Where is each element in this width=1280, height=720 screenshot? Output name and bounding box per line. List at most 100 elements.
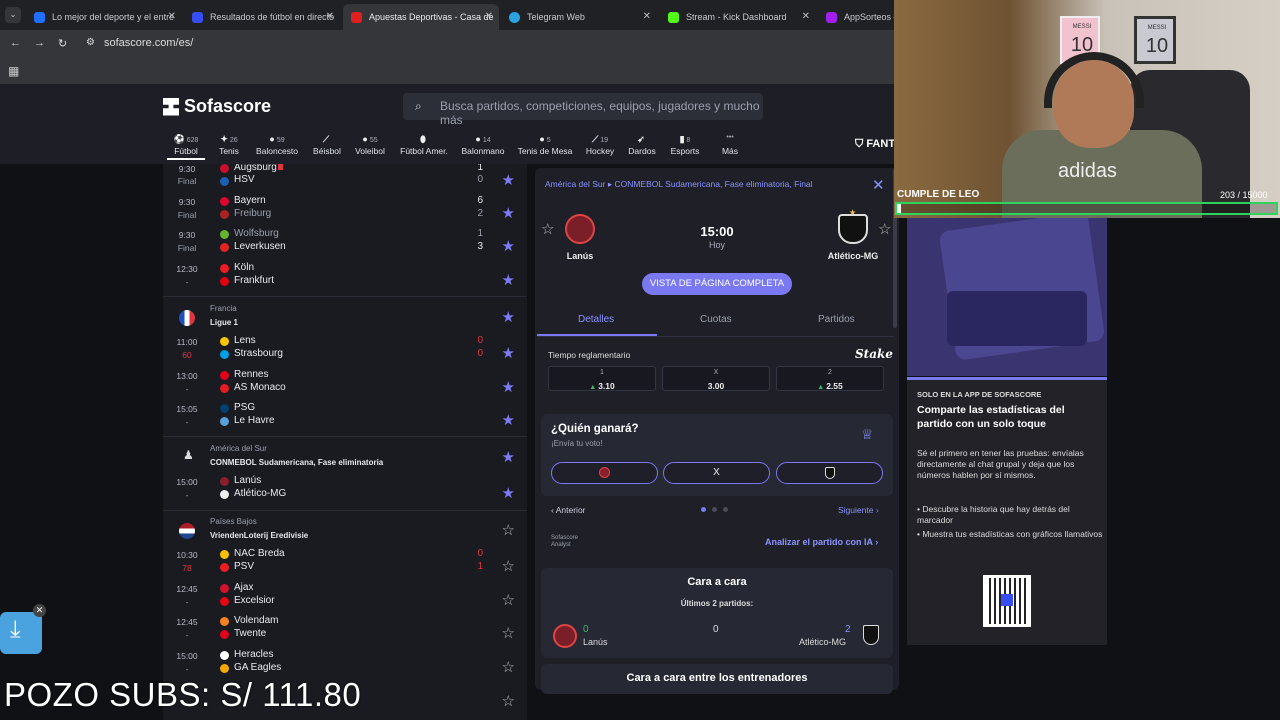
vote-away-button[interactable] (776, 462, 883, 484)
league-header-ligue1[interactable]: Francia Ligue 1 ★ (163, 298, 527, 340)
head-to-head-card[interactable]: Cara a cara Últimos 2 partidos: 0 Lanús … (541, 568, 893, 658)
home-team: NAC Breda (234, 548, 285, 559)
breadcrumb[interactable]: América del Sur ▸ CONMEBOL Sudamericana,… (545, 179, 813, 190)
favorite-star-icon[interactable]: ★ (502, 344, 515, 362)
favorite-star-icon[interactable]: ★ (502, 378, 515, 396)
league-header-eredivisie[interactable]: Países Bajos VriendenLoterij Eredivisie … (163, 511, 527, 553)
download-button[interactable]: ⤓ (0, 612, 42, 654)
favorite-star-outline-icon[interactable]: ☆ (502, 624, 515, 642)
match-row[interactable]: 11:00 60 Lens Strasbourg 0 0 ★ (163, 335, 527, 369)
favorite-star-icon[interactable]: ★ (502, 484, 515, 502)
league-header-conmebol[interactable]: ♟ América del Sur CONMEBOL Sudamericana,… (163, 438, 527, 480)
odds-title: Tiempo reglamentario (548, 350, 631, 360)
sport-tab-futbol[interactable]: ⚽ 628 Fútbol (167, 134, 205, 160)
sport-tab-balonmano[interactable]: ● 14 Balonmano (458, 134, 508, 156)
sofascore-logo[interactable]: Sofascore (163, 96, 271, 117)
odd-draw-button[interactable]: X 3.00 (662, 366, 770, 391)
match-row[interactable]: 12:30 - Köln Frankfurt ★ (163, 262, 527, 296)
favorite-away-star-icon[interactable]: ☆ (878, 220, 891, 238)
sport-tab-mas[interactable]: ••• Más (716, 134, 744, 156)
url-field[interactable]: sofascore.com/es/ (104, 37, 193, 49)
home-team-name[interactable]: Lanús (545, 251, 615, 261)
team-crest-icon (220, 230, 229, 239)
sport-tab-futbol-americano[interactable]: ⬮ Fútbol Amer. (396, 134, 452, 156)
search-input[interactable]: ⌕ Busca partidos, competiciones, equipos… (403, 93, 763, 127)
odd-label: 2 (828, 369, 832, 376)
previous-button[interactable]: ‹ Anterior (551, 505, 586, 515)
favorite-star-icon[interactable]: ★ (502, 171, 515, 189)
sport-tab-tenis[interactable]: ✦ 26 Tenis (212, 134, 246, 156)
match-row[interactable]: 9:30 Final Wolfsburg Leverkusen 1 3 ★ (163, 228, 527, 262)
favorite-star-outline-icon[interactable]: ☆ (502, 557, 515, 575)
close-icon[interactable]: ✕ (485, 11, 493, 22)
favorite-star-outline-icon[interactable]: ☆ (502, 521, 515, 539)
tab-resultados[interactable]: Resultados de fútbol en directo ✕ (184, 4, 340, 30)
favorite-star-icon[interactable]: ★ (502, 271, 515, 289)
tab-search-button[interactable]: ⌄ (5, 7, 21, 23)
match-row[interactable]: 10:30 78 NAC Breda PSV 0 1 ☆ (163, 548, 527, 582)
sport-tab-beisbol[interactable]: ⟋ Béisbol (309, 134, 345, 156)
match-row[interactable]: 12:45 - Volendam Twente ☆ (163, 615, 527, 649)
favorite-star-outline-icon[interactable]: ☆ (502, 658, 515, 676)
favorite-star-outline-icon[interactable]: ☆ (502, 692, 515, 710)
tab-lo-mejor[interactable]: Lo mejor del deporte y el entre ✕ (26, 4, 182, 30)
favorite-home-star-icon[interactable]: ☆ (541, 220, 554, 238)
favorite-star-icon[interactable]: ★ (502, 204, 515, 222)
apps-grid-icon[interactable]: ▦ (8, 64, 19, 78)
fantasy-link[interactable]: ⛉ FANT (855, 138, 895, 151)
sport-tab-baloncesto[interactable]: ● 59 Baloncesto (252, 134, 302, 156)
close-download-icon[interactable]: ✕ (33, 604, 46, 617)
tab-appsorteos[interactable]: AppSorteos – L (818, 4, 894, 30)
sport-tab-voleibol[interactable]: ● 55 Voleibol (351, 134, 389, 156)
close-icon[interactable]: ✕ (168, 11, 176, 22)
favorite-star-icon[interactable]: ★ (502, 237, 515, 255)
back-icon[interactable]: ← (10, 37, 21, 49)
forward-icon[interactable]: → (34, 37, 45, 49)
sport-tab-esports[interactable]: ▮ 8 Esports (666, 134, 704, 156)
lanus-crest-icon (599, 467, 610, 478)
odd-home-button[interactable]: 1 ▲ 3.10 (548, 366, 656, 391)
full-page-button[interactable]: VISTA DE PÁGINA COMPLETA (642, 273, 792, 295)
vote-home-button[interactable] (551, 462, 658, 484)
tab-cuotas[interactable]: Cuotas (700, 314, 732, 325)
stake-logo[interactable]: Stake (855, 347, 893, 361)
match-row[interactable]: 13:00 - Rennes AS Monaco ★ (163, 369, 527, 403)
away-team-name[interactable]: Atlético-MG (818, 251, 888, 261)
sport-count: ● 55 (362, 134, 378, 144)
tab-partidos[interactable]: Partidos (818, 314, 855, 325)
next-button[interactable]: Siguiente › (838, 505, 879, 515)
sport-tab-dardos[interactable]: ➶ Dardos (625, 134, 659, 156)
vote-draw-button[interactable]: X (663, 462, 770, 484)
favorite-star-icon[interactable]: ★ (502, 411, 515, 429)
close-panel-icon[interactable]: ✕ (872, 176, 885, 194)
sport-tab-tenis-de-mesa[interactable]: ● 5 Tenis de Mesa (515, 134, 575, 156)
favorite-star-icon[interactable]: ★ (502, 308, 515, 326)
carousel-dot[interactable] (723, 507, 728, 512)
tab-kick[interactable]: Stream - Kick Dashboard ✕ (660, 4, 816, 30)
favorite-star-outline-icon[interactable]: ☆ (502, 591, 515, 609)
carousel-dot[interactable] (712, 507, 717, 512)
site-info-icon[interactable]: ⚙ (86, 37, 95, 48)
match-row[interactable]: 15:05 - PSG Le Havre ★ (163, 402, 527, 436)
close-icon[interactable]: ✕ (802, 11, 810, 22)
favorite-star-icon[interactable]: ★ (502, 448, 515, 466)
match-row[interactable]: 12:45 - Ajax Excelsior ☆ (163, 582, 527, 616)
sport-tab-hockey[interactable]: ⟋ 19 Hockey (582, 134, 618, 156)
atletico-mg-crest-icon (824, 467, 835, 479)
match-row-selected[interactable]: 15:00 - Lanús Atlético-MG ★ (163, 475, 527, 509)
tab-telegram[interactable]: Telegram Web ✕ (501, 4, 657, 30)
away-team: Atlético-MG (234, 488, 287, 499)
odd-away-button[interactable]: 2 ▲ 2.55 (776, 366, 884, 391)
close-icon[interactable]: ✕ (643, 11, 651, 22)
tab-detalles[interactable]: Detalles (578, 314, 614, 325)
carousel-dot-active[interactable] (701, 507, 706, 512)
match-row[interactable]: 9:30 Final Augsburg HSV 1 0 ★ (163, 164, 527, 196)
tab-apuestas[interactable]: Apuestas Deportivas - Casa de ✕ (343, 4, 499, 30)
close-icon[interactable]: ✕ (326, 11, 334, 22)
match-row[interactable]: 9:30 Final Bayern Freiburg 6 2 ★ (163, 195, 527, 229)
tab-label: Telegram Web (527, 12, 585, 22)
reload-icon[interactable]: ↻ (58, 37, 67, 50)
qr-code[interactable] (983, 575, 1031, 627)
analyze-ai-link[interactable]: Analizar el partido con IA › (765, 537, 878, 547)
coach-h2h-section[interactable]: Cara a cara entre los entrenadores (541, 664, 893, 694)
